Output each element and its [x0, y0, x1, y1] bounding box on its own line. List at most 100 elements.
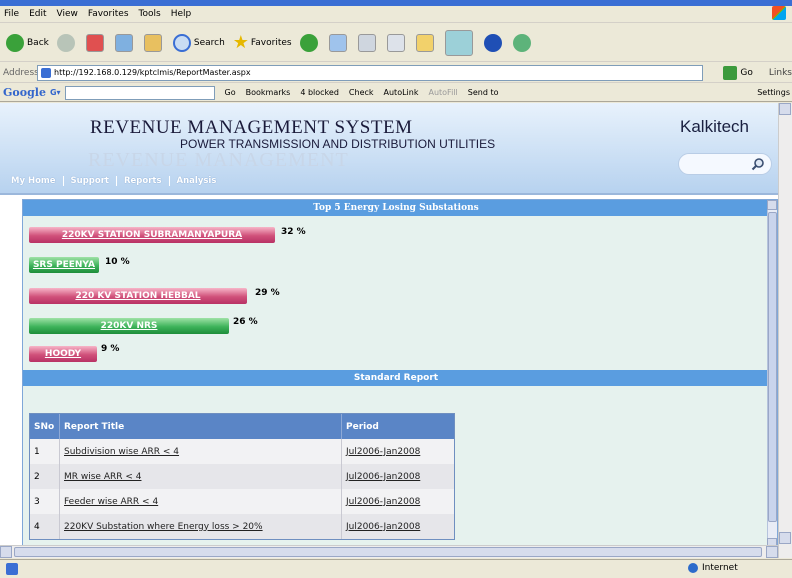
report-title-link[interactable]: Feeder wise ARR < 4 [64, 497, 158, 507]
history-button[interactable] [299, 33, 321, 52]
row-sno: 4 [30, 514, 60, 539]
go-arrow-icon [723, 65, 738, 80]
history-icon [299, 33, 318, 52]
address-bar: Address http://192.168.0.129/kptclmis/Re… [0, 63, 792, 83]
google-g-icon[interactable]: G▾ [50, 88, 61, 97]
print-button[interactable] [357, 33, 379, 52]
bluetooth-button[interactable] [483, 33, 505, 52]
site-search-box[interactable] [678, 153, 772, 175]
substation-bar-2[interactable]: SRS PEENYA [29, 257, 99, 273]
search-button[interactable]: Search [172, 33, 225, 52]
go-button[interactable]: Go [723, 65, 753, 80]
refresh-icon [114, 33, 133, 52]
refresh-button[interactable] [114, 33, 136, 52]
back-label: Back [27, 37, 49, 48]
row-sno: 1 [30, 439, 60, 464]
panel-scroll-thumb[interactable] [768, 212, 777, 522]
scroll-right-icon[interactable] [766, 546, 778, 558]
substation-bar-5[interactable]: HOODY [29, 346, 97, 362]
scroll-up-icon[interactable] [779, 103, 791, 115]
report-title-link[interactable]: Subdivision wise ARR < 4 [64, 447, 179, 457]
magnifier-icon [172, 33, 191, 52]
menu-bar: File Edit View Favorites Tools Help [0, 6, 792, 23]
menu-tools[interactable]: Tools [139, 9, 161, 19]
folder-button[interactable] [415, 33, 437, 52]
nav-support[interactable]: Support [64, 176, 117, 186]
report-period-link[interactable]: Jul2006-Jan2008 [346, 497, 420, 507]
report-period-link[interactable]: Jul2006-Jan2008 [346, 522, 420, 532]
address-input[interactable]: http://192.168.0.129/kptclmis/ReportMast… [37, 64, 704, 81]
home-button[interactable] [143, 33, 165, 52]
search-icon[interactable] [751, 157, 765, 171]
page-horizontal-scrollbar[interactable] [0, 545, 778, 558]
links-button[interactable]: Links [769, 68, 792, 78]
messenger-button[interactable] [444, 29, 476, 56]
contacts-button[interactable] [512, 33, 534, 52]
back-button[interactable]: Back [6, 33, 49, 52]
autolink-button[interactable]: AutoLink [384, 88, 419, 97]
status-bar: Internet [0, 559, 792, 578]
edit-icon [386, 33, 405, 52]
row-title-cell: Subdivision wise ARR < 4 [60, 439, 342, 464]
menu-help[interactable]: Help [171, 9, 192, 19]
mail-icon [328, 33, 347, 52]
table-row: 4 220KV Substation where Energy loss > 2… [30, 514, 454, 539]
row-title-cell: Feeder wise ARR < 4 [60, 489, 342, 514]
menu-favorites[interactable]: Favorites [88, 9, 129, 19]
brand-name: Kalkitech [680, 117, 749, 136]
row-title-cell: 220KV Substation where Energy loss > 20% [60, 514, 342, 539]
col-title-header: Report Title [60, 414, 342, 439]
print-icon [357, 33, 376, 52]
row-sno: 2 [30, 464, 60, 489]
settings-button[interactable]: Settings [757, 88, 790, 97]
col-sno-header: SNo [30, 414, 60, 439]
report-title-link[interactable]: MR wise ARR < 4 [64, 472, 141, 482]
bookmarks-button[interactable]: Bookmarks [246, 88, 291, 97]
google-go-button[interactable]: Go [225, 88, 236, 97]
nav-analysis[interactable]: Analysis [170, 176, 224, 186]
forward-button[interactable] [56, 33, 78, 52]
content-panel: Top 5 Energy Losing Substations 220KV ST… [22, 199, 778, 549]
popup-blocked-button[interactable]: 4 blocked [300, 88, 339, 97]
app-banner: REVENUE MANAGEMENT REVENUE MANAGEMENT SY… [0, 103, 778, 195]
substation-bar-1[interactable]: 220KV STATION SUBRAMANYAPURA [29, 227, 275, 243]
report-period-link[interactable]: Jul2006-Jan2008 [346, 447, 420, 457]
menu-view[interactable]: View [57, 9, 78, 19]
search-label: Search [193, 37, 225, 48]
panel-scrollbar[interactable] [767, 200, 777, 548]
address-label: Address [3, 67, 39, 78]
panel-scroll-up-icon[interactable] [767, 200, 777, 210]
substation-pct-2: 10 % [105, 257, 130, 267]
page-vertical-scrollbar[interactable] [778, 103, 792, 558]
google-toolbar: Google G▾ Go Bookmarks 4 blocked Check A… [0, 84, 792, 102]
edit-button[interactable] [386, 33, 408, 52]
send-to-button[interactable]: Send to [468, 88, 499, 97]
substation-bar-4[interactable]: 220KV NRS [29, 318, 229, 334]
page-viewport: REVENUE MANAGEMENT REVENUE MANAGEMENT SY… [0, 103, 778, 558]
stop-button[interactable] [85, 33, 107, 52]
messenger-icon [444, 29, 473, 56]
spell-check-button[interactable]: Check [349, 88, 374, 97]
nav-my-home[interactable]: My Home [4, 176, 64, 186]
back-arrow-icon [6, 33, 24, 52]
menu-file[interactable]: File [4, 9, 19, 19]
scroll-down-icon[interactable] [779, 532, 791, 544]
table-header-row: SNo Report Title Period [30, 414, 454, 439]
scroll-left-icon[interactable] [0, 546, 12, 558]
nav-reports[interactable]: Reports [117, 176, 170, 186]
page-status-icon [6, 563, 18, 575]
row-sno: 3 [30, 489, 60, 514]
google-search-input[interactable] [64, 85, 215, 100]
substation-bar-3[interactable]: 220 KV STATION HEBBAL [29, 288, 247, 304]
report-period-link[interactable]: Jul2006-Jan2008 [346, 472, 420, 482]
favorites-label: Favorites [250, 37, 292, 48]
favorites-button[interactable]: ★ Favorites [233, 32, 292, 53]
mail-button[interactable] [328, 33, 350, 52]
windows-logo-icon [772, 6, 786, 20]
banner-watermark: REVENUE MANAGEMENT [88, 149, 349, 171]
horizontal-scroll-thumb[interactable] [14, 547, 762, 557]
menu-edit[interactable]: Edit [29, 9, 46, 19]
autofill-button[interactable]: AutoFill [428, 88, 457, 97]
google-logo[interactable]: Google [3, 86, 46, 99]
report-title-link[interactable]: 220KV Substation where Energy loss > 20% [64, 522, 263, 532]
